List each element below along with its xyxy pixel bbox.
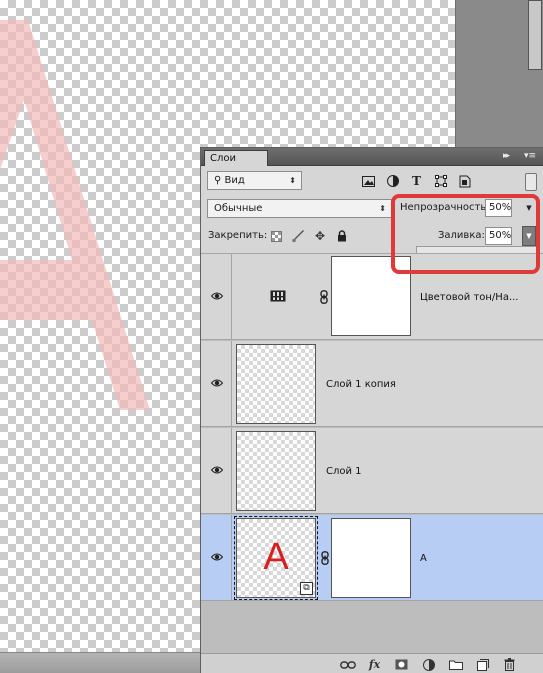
layer-name[interactable]: Цветовой тон/На... [420, 292, 518, 303]
visibility-toggle[interactable] [201, 254, 232, 339]
delete-layer-icon[interactable] [500, 657, 519, 672]
filter-toggle-switch[interactable] [525, 173, 537, 191]
add-mask-icon[interactable] [392, 657, 411, 672]
collapse-panel-button[interactable]: ▸▸ [503, 151, 510, 162]
lock-image-pixels-icon[interactable] [290, 227, 306, 245]
layer-thumbnail[interactable] [236, 344, 316, 424]
smart-object-filter-icon[interactable] [455, 172, 474, 190]
fill-label: Заливка: [438, 230, 485, 241]
scrollbar-thumb[interactable] [528, 0, 542, 70]
fx-icon[interactable]: fx [365, 657, 384, 672]
filter-kind-select[interactable]: ⚲ Вид ⬍ [207, 171, 302, 190]
opacity-input[interactable]: 50% [485, 199, 512, 217]
layer-name[interactable]: A [420, 553, 427, 564]
layer-row[interactable]: Слой 1 копия [201, 341, 543, 427]
mask-link-icon[interactable] [321, 551, 329, 565]
eye-icon [211, 553, 223, 561]
select-arrows-icon: ⬍ [379, 204, 386, 213]
lock-transparent-pixels-icon[interactable] [268, 227, 284, 245]
blend-row: Обычные ⬍ Непрозрачность: 50% ▼ [201, 197, 543, 221]
search-icon: ⚲ [214, 175, 222, 186]
layer-row[interactable]: Слой 1 [201, 428, 543, 514]
new-adjustment-icon[interactable] [419, 657, 438, 672]
lock-position-icon[interactable]: ✥ [312, 227, 328, 245]
image-filter-icon[interactable] [359, 172, 378, 190]
panel-menu-button[interactable]: ▾≡ [524, 151, 536, 162]
visibility-toggle[interactable] [201, 428, 232, 513]
panel-footer: fx [201, 653, 543, 673]
document-vertical-scrollbar[interactable] [455, 0, 543, 150]
eye-icon [211, 379, 223, 387]
eye-icon [211, 292, 223, 300]
layer-name[interactable]: Слой 1 [326, 466, 362, 477]
link-layers-icon[interactable] [338, 657, 357, 672]
layer-thumbnail[interactable]: A ⧉ [236, 518, 316, 598]
new-group-icon[interactable] [446, 657, 465, 672]
layer-name[interactable]: Слой 1 копия [326, 379, 396, 390]
select-arrows-icon: ⬍ [289, 176, 296, 185]
fill-input[interactable]: 50% [485, 227, 512, 245]
fill-dropdown-button[interactable]: ▼ [522, 226, 536, 246]
layer-mask-thumbnail[interactable] [331, 518, 411, 598]
eye-icon [211, 466, 223, 474]
filter-kind-value: Вид [224, 175, 245, 186]
mask-link-icon[interactable] [320, 290, 328, 304]
shape-filter-icon[interactable] [431, 172, 450, 190]
panel-titlebar: Слои ▸▸ ▾≡ [201, 148, 543, 166]
adjustment-filter-icon[interactable] [383, 172, 402, 190]
lock-label: Закрепить: [208, 230, 268, 241]
opacity-label: Непрозрачность: [400, 202, 490, 213]
text-filter-icon[interactable]: T [407, 172, 426, 190]
canvas-letter-a [0, 20, 150, 410]
layer-thumbnail[interactable] [236, 431, 316, 511]
layer-row-selected[interactable]: A ⧉ A [201, 515, 543, 601]
new-layer-icon[interactable] [473, 657, 492, 672]
lock-all-icon[interactable] [334, 227, 350, 245]
layer-row[interactable]: Цветовой тон/На... [201, 254, 543, 340]
smart-object-icon: ⧉ [300, 582, 313, 595]
thumbnail-letter: A [263, 536, 289, 578]
opacity-dropdown-button[interactable]: ▼ [522, 199, 536, 217]
filter-row: ⚲ Вид ⬍ T [201, 167, 543, 195]
layers-panel: Слои ▸▸ ▾≡ ⚲ Вид ⬍ T Обычные ⬍ Непрозрач… [200, 147, 543, 673]
visibility-toggle[interactable] [201, 515, 232, 600]
layer-mask-thumbnail[interactable] [331, 256, 411, 336]
layers-list: Цветовой тон/На... Слой 1 копия Слой 1 A… [201, 253, 543, 653]
hue-saturation-adjustment-icon [270, 290, 286, 302]
visibility-toggle[interactable] [201, 341, 232, 426]
blend-mode-value: Обычные [214, 203, 263, 214]
blend-mode-select[interactable]: Обычные ⬍ [207, 199, 392, 218]
tab-layers[interactable]: Слои [204, 150, 268, 166]
